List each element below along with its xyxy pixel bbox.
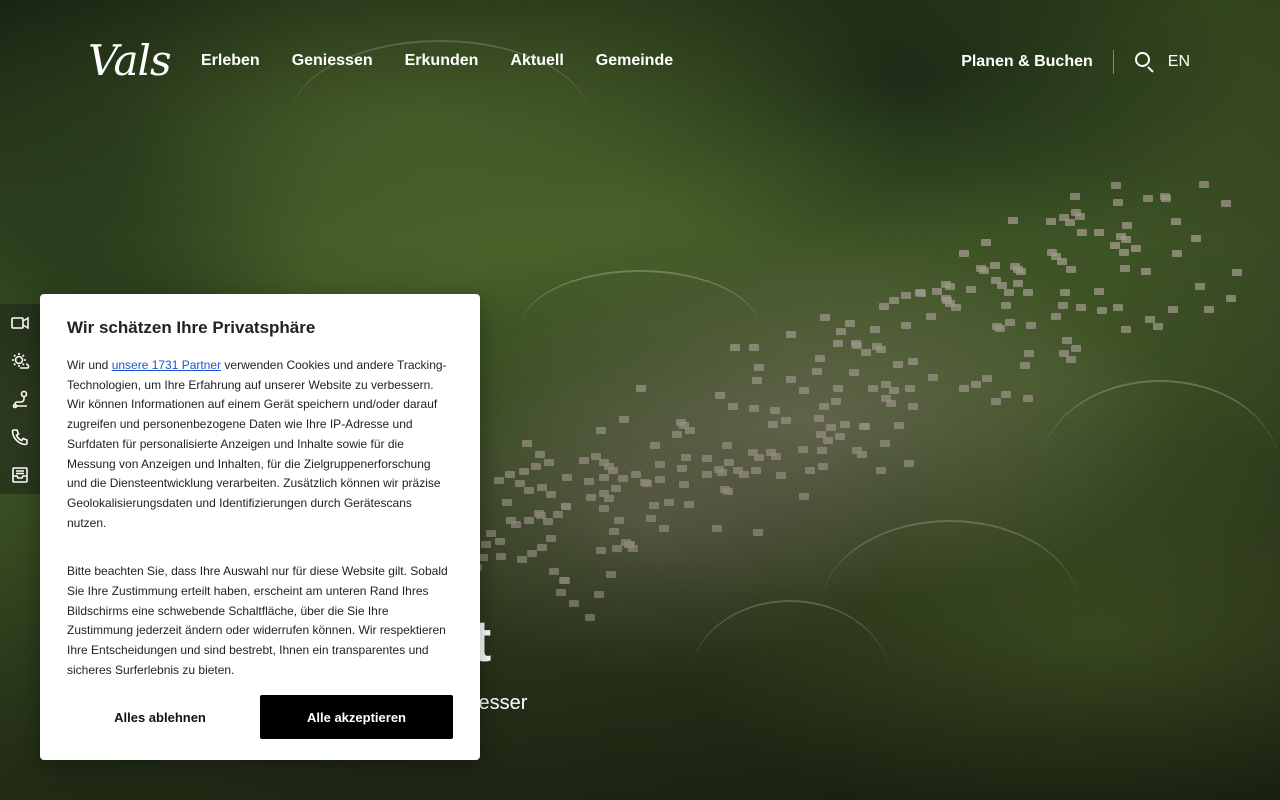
cookie-consent-dialog: Wir schätzen Ihre Privatsphäre Wir und u… [40,294,480,760]
header-actions: Planen & Buchen EN [961,50,1190,74]
main-navigation: Erleben Geniessen Erkunden Aktuell Gemei… [201,52,705,70]
side-toolbar [0,304,40,494]
partners-link[interactable]: unsere 1731 Partner [112,358,221,372]
nav-item-gemeinde[interactable]: Gemeinde [596,52,673,70]
consent-paragraph-1: Wir und unsere 1731 Partner verwenden Co… [67,356,453,533]
nav-item-geniessen[interactable]: Geniessen [292,52,373,70]
site-header: Vals Erleben Geniessen Erkunden Aktuell … [0,0,1280,124]
consent-title: Wir schätzen Ihre Privatsphäre [67,318,316,337]
consent-text-start: Wir und [67,358,112,372]
nav-item-erleben[interactable]: Erleben [201,52,260,70]
accept-all-button[interactable]: Alle akzeptieren [260,695,453,739]
weather-icon[interactable] [0,342,40,380]
hero-subtitle: iesser [474,692,528,714]
language-switch[interactable]: EN [1168,53,1190,71]
consent-paragraph-2: Bitte beachten Sie, dass Ihre Auswahl nu… [67,564,448,677]
nav-item-erkunden[interactable]: Erkunden [405,52,479,70]
consent-text-rest: verwenden Cookies und andere Tracking-Te… [67,358,447,530]
nav-item-aktuell[interactable]: Aktuell [510,52,563,70]
inbox-icon[interactable] [0,456,40,494]
reject-all-button[interactable]: Alles ablehnen [67,695,253,739]
search-icon[interactable] [1134,51,1156,73]
route-icon[interactable] [0,380,40,418]
webcam-icon[interactable] [0,304,40,342]
consent-actions: Alles ablehnen Alle akzeptieren [67,695,453,739]
phone-icon[interactable] [0,418,40,456]
vals-logo[interactable]: Vals [88,36,172,85]
plan-and-book-link[interactable]: Planen & Buchen [961,50,1114,74]
